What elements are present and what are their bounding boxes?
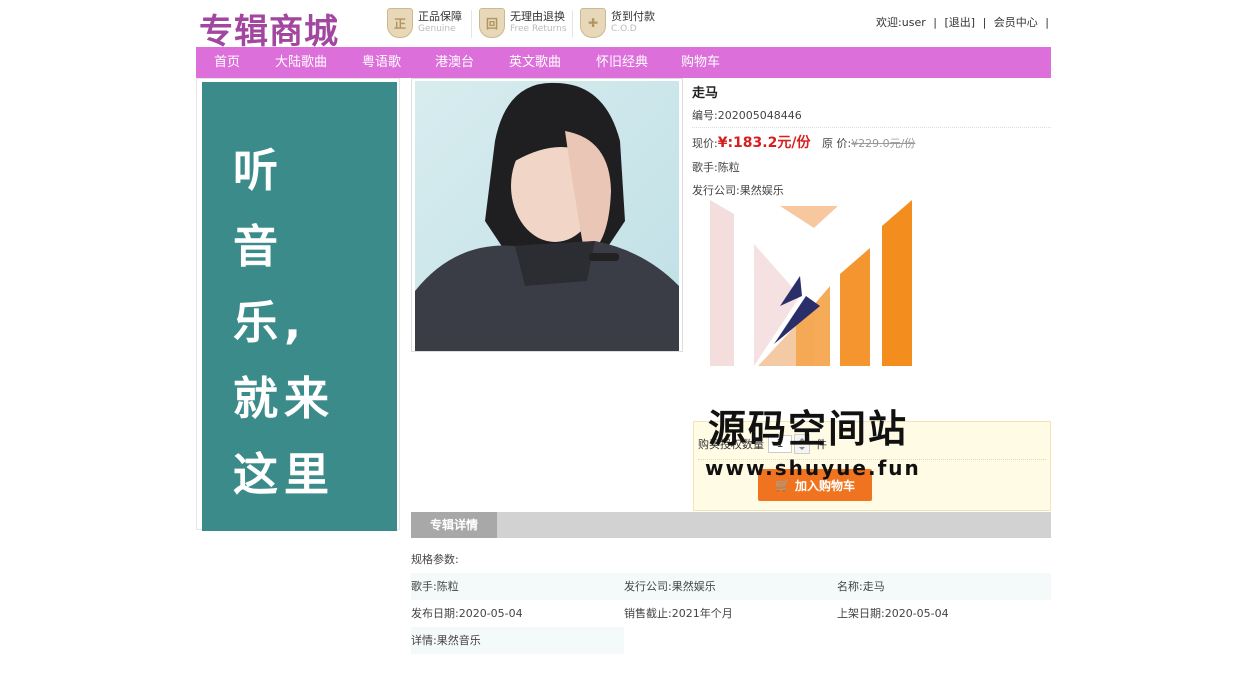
separator: | xyxy=(933,16,937,29)
spec-singer: 歌手:陈粒 xyxy=(411,580,459,593)
spec-title: 规格参数: xyxy=(411,553,459,566)
details-tab-bar: 专辑详情 xyxy=(411,512,1051,538)
table-row: 歌手:陈粒 发行公司:果然娱乐 名称:走马 xyxy=(411,573,1051,600)
promise-title: 无理由退换 xyxy=(510,10,565,23)
product-code: 编号:202005048446 xyxy=(692,107,1051,128)
divider xyxy=(471,10,472,38)
divider xyxy=(572,10,573,38)
spec-shelf-date: 上架日期:2020-05-04 xyxy=(837,607,949,620)
promise-sub: C.O.D xyxy=(611,24,637,34)
product-image[interactable] xyxy=(411,78,683,352)
site-logo[interactable]: 专辑商城 xyxy=(199,4,339,53)
promise-genuine: 正 正品保障 Genuine xyxy=(387,8,462,38)
watermark-logo-icon xyxy=(710,200,912,366)
promise-title: 货到付款 xyxy=(611,10,655,23)
spec-sale-end: 销售截止:2021年个月 xyxy=(624,607,733,620)
banner-line: 听 xyxy=(233,144,285,197)
return-shield-icon: 回 xyxy=(479,8,505,38)
price-label: 现价: xyxy=(692,137,718,150)
separator: | xyxy=(1045,16,1049,29)
nav-item-cart[interactable]: 购物车 xyxy=(681,47,720,78)
nav-item-classic[interactable]: 怀旧经典 xyxy=(596,47,648,78)
promise-title: 正品保障 xyxy=(418,10,462,23)
price-row: 现价:¥:183.2元/份 原 价:¥229.0元/份 xyxy=(692,132,1051,152)
spec-release-date: 发布日期:2020-05-04 xyxy=(411,607,523,620)
separator: | xyxy=(982,16,987,29)
cod-box-icon: ✚ xyxy=(580,8,606,38)
watermark-title: 源码空间站 xyxy=(708,407,909,451)
singer: 歌手:陈粒 xyxy=(692,161,740,174)
page: 专辑商城 正 正品保障 Genuine 回 无理由退换 Free Returns… xyxy=(196,0,1051,686)
watermark-url: www.shuyue.fun xyxy=(705,456,921,480)
product-info: 走马 编号:202005048446 现价:¥:183.2元/份 原 价:¥22… xyxy=(692,80,1051,198)
nav-item-mainland[interactable]: 大陆歌曲 xyxy=(275,47,327,78)
nav-item-english[interactable]: 英文歌曲 xyxy=(509,47,561,78)
nav-item-hk-macau-tw[interactable]: 港澳台 xyxy=(435,47,474,78)
spec-publisher: 发行公司:果然娱乐 xyxy=(624,580,716,593)
current-price: ¥:183.2元/份 xyxy=(717,135,811,151)
album-cover-photo xyxy=(415,81,679,351)
tab-album-details[interactable]: 专辑详情 xyxy=(411,512,497,538)
banner-line: 乐, xyxy=(233,296,308,349)
original-price: ¥229.0元/份 xyxy=(851,137,916,150)
member-center-link[interactable]: 会员中心 xyxy=(994,16,1038,29)
watermark: 源码空间站 www.shuyue.fun xyxy=(702,196,942,486)
nav-item-cantonese[interactable]: 粤语歌 xyxy=(362,47,401,78)
promise-cod: ✚ 货到付款 C.O.D xyxy=(572,8,655,38)
spec-table: 规格参数: 歌手:陈粒 发行公司:果然娱乐 名称:走马 发布日期:2020-05… xyxy=(411,546,1051,654)
side-banner[interactable]: 听 音 乐, 就来 这里 xyxy=(196,78,400,531)
spec-description: 详情:果然音乐 xyxy=(411,627,624,654)
genuine-shield-icon: 正 xyxy=(387,8,413,38)
promise-returns: 回 无理由退换 Free Returns xyxy=(471,8,567,38)
product-name: 走马 xyxy=(692,86,719,101)
logout-link[interactable]: [退出] xyxy=(944,16,975,29)
banner-line: 这里 xyxy=(233,448,336,501)
banner-line: 就来 xyxy=(233,372,336,425)
user-bar: 欢迎:user | [退出] | 会员中心 | xyxy=(874,14,1051,30)
original-price-label: 原 价: xyxy=(821,137,852,150)
promise-sub: Genuine xyxy=(418,24,456,34)
promise-sub: Free Returns xyxy=(510,24,567,34)
main-nav: 首页 大陆歌曲 粤语歌 港澳台 英文歌曲 怀旧经典 购物车 xyxy=(196,47,1051,78)
welcome-text: 欢迎:user xyxy=(876,16,926,29)
nav-item-home[interactable]: 首页 xyxy=(214,47,240,78)
table-row: 发布日期:2020-05-04 销售截止:2021年个月 上架日期:2020-0… xyxy=(411,600,1051,627)
banner-image: 听 音 乐, 就来 这里 xyxy=(202,82,397,531)
banner-line: 音 xyxy=(233,220,285,273)
spec-name: 名称:走马 xyxy=(837,580,885,593)
